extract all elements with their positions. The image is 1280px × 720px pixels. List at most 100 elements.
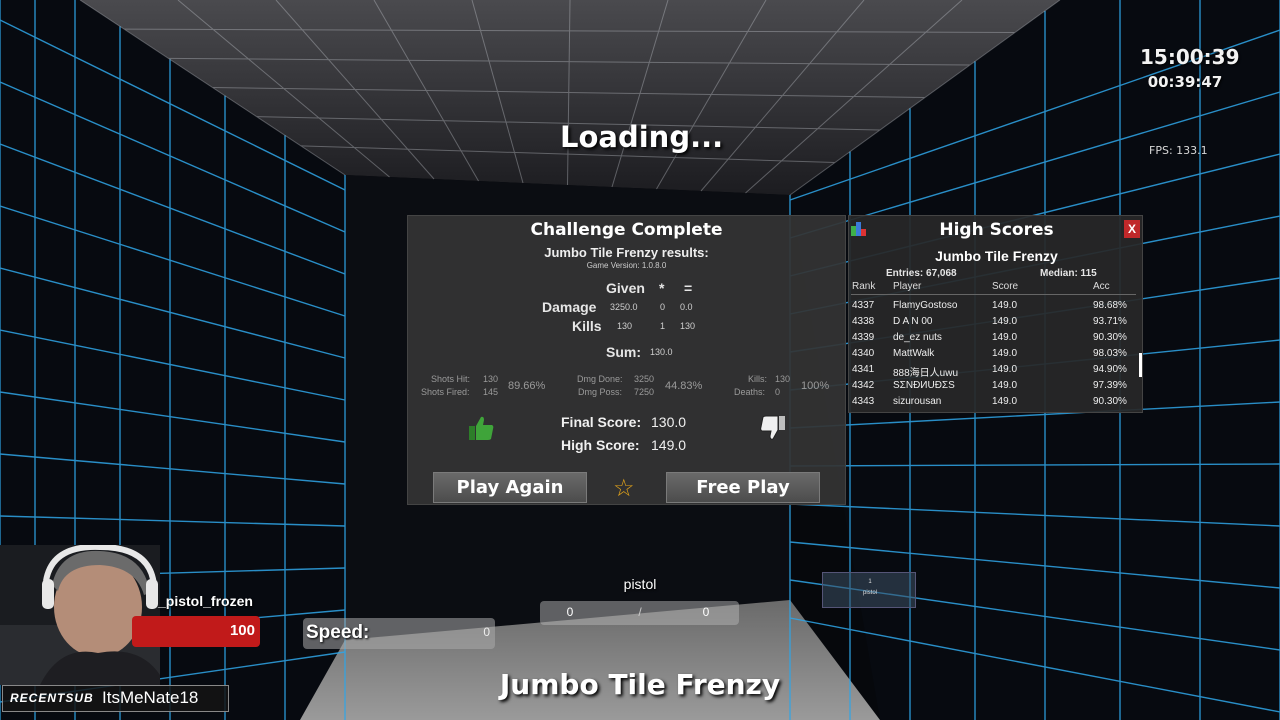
weapon-slot-number: 1 bbox=[868, 579, 872, 585]
kills-stat-value: 130 bbox=[775, 374, 791, 384]
cell-score: 149.0 bbox=[992, 380, 1018, 391]
col-rank-header: Rank bbox=[852, 281, 876, 292]
damage-efficiency: 44.83% bbox=[665, 380, 703, 392]
play-again-button[interactable]: Play Again bbox=[433, 472, 587, 503]
col-mult-header: * bbox=[659, 280, 665, 296]
table-row[interactable]: 4339 de_ez nuts 149.0 90.30% bbox=[849, 332, 1139, 348]
cell-player: FlamyGostoso bbox=[893, 300, 958, 311]
cell-player: SΣNÐИUÐΣS bbox=[893, 380, 955, 391]
cell-score: 149.0 bbox=[992, 300, 1018, 311]
header-divider bbox=[851, 294, 1136, 295]
high-scores-title: High Scores bbox=[939, 220, 1054, 240]
dmg-done-label: Dmg Done: bbox=[577, 374, 623, 384]
high-score-label: High Score: bbox=[561, 437, 640, 453]
col-acc-header: Acc bbox=[1093, 281, 1110, 292]
table-row[interactable]: 4338 D A N 00 149.0 93.71% bbox=[849, 316, 1139, 332]
cell-score: 149.0 bbox=[992, 364, 1018, 375]
game-version: Game Version: 1.0.8.0 bbox=[586, 261, 667, 270]
fps-counter: FPS: 133.1 bbox=[1149, 144, 1208, 157]
final-score-value: 130.0 bbox=[651, 414, 687, 430]
cell-acc: 97.39% bbox=[1093, 380, 1127, 391]
weapon-slot: 1 pistol bbox=[822, 572, 916, 608]
cell-rank: 4341 bbox=[852, 364, 875, 375]
table-row[interactable]: 4341 888海日人uwu 149.0 94.90% bbox=[849, 364, 1139, 380]
cell-acc: 90.30% bbox=[1093, 332, 1127, 343]
weapon-slot-name: pistol bbox=[862, 590, 877, 596]
col-score-header: Score bbox=[992, 281, 1019, 292]
cell-acc: 90.30% bbox=[1093, 396, 1127, 407]
entries-count: Entries: 67,068 bbox=[886, 268, 957, 279]
shot-accuracy: 89.66% bbox=[508, 380, 546, 392]
cell-rank: 4340 bbox=[852, 348, 875, 359]
challenge-complete-panel: Challenge Complete Jumbo Tile Frenzy res… bbox=[407, 215, 846, 505]
table-row[interactable]: 4342 SΣNÐИUÐΣS 149.0 97.39% bbox=[849, 380, 1139, 396]
table-row[interactable]: 4337 FlamyGostoso 149.0 98.68% bbox=[849, 300, 1139, 316]
cell-player: D A N 00 bbox=[893, 316, 933, 327]
shots-fired-value: 145 bbox=[483, 387, 499, 397]
col-eq-header: = bbox=[684, 280, 693, 296]
shots-hit-value: 130 bbox=[483, 374, 499, 384]
ammo-current: 0 bbox=[566, 605, 574, 619]
weapon-name: pistol bbox=[623, 576, 657, 592]
cell-score: 149.0 bbox=[992, 316, 1018, 327]
final-score-label: Final Score: bbox=[561, 414, 642, 430]
shots-fired-label: Shots Fired: bbox=[421, 387, 470, 397]
player-name: _pistol_frozen bbox=[158, 593, 253, 609]
dmg-poss-label: Dmg Poss: bbox=[578, 387, 623, 397]
cell-score: 149.0 bbox=[992, 396, 1018, 407]
damage-label: Damage bbox=[542, 299, 597, 315]
sum-label: Sum: bbox=[606, 344, 641, 360]
sum-value: 130.0 bbox=[650, 347, 673, 357]
table-row[interactable]: 4340 MattWalk 149.0 98.03% bbox=[849, 348, 1139, 364]
deaths-label: Deaths: bbox=[734, 387, 766, 397]
free-play-button[interactable]: Free Play bbox=[666, 472, 820, 503]
cell-rank: 4343 bbox=[852, 396, 875, 407]
results-title: Jumbo Tile Frenzy results: bbox=[544, 245, 709, 260]
cell-player: 888海日人uwu bbox=[893, 368, 959, 379]
recent-sub-user: ItsMeNate18 bbox=[102, 688, 199, 707]
close-button[interactable]: X bbox=[1124, 220, 1140, 238]
cell-score: 149.0 bbox=[992, 348, 1018, 359]
scrollbar-thumb[interactable] bbox=[1139, 353, 1142, 377]
speed-label: Speed: bbox=[306, 622, 370, 643]
kill-ratio: 100% bbox=[801, 380, 830, 392]
loading-text: Loading... bbox=[560, 120, 724, 154]
kills-result: 130 bbox=[680, 321, 696, 331]
cell-rank: 4337 bbox=[852, 300, 875, 311]
ammo-reserve: 0 bbox=[702, 605, 710, 619]
cell-acc: 94.90% bbox=[1093, 364, 1127, 375]
cell-rank: 4342 bbox=[852, 380, 875, 391]
thumbs-down-icon[interactable] bbox=[758, 413, 788, 443]
kills-label: Kills bbox=[572, 318, 602, 334]
speed-value: 0 bbox=[483, 625, 490, 639]
col-player-header: Player bbox=[893, 281, 922, 292]
high-scores-panel: High Scores X Jumbo Tile Frenzy Entries:… bbox=[848, 215, 1143, 413]
dmg-done-value: 3250 bbox=[634, 374, 655, 384]
cell-rank: 4339 bbox=[852, 332, 875, 343]
kills-mult: 1 bbox=[660, 321, 666, 331]
cell-acc: 98.03% bbox=[1093, 348, 1127, 359]
favorite-star-icon[interactable]: ☆ bbox=[613, 474, 635, 503]
col-given-header: Given bbox=[606, 280, 645, 296]
health-value: 100 bbox=[229, 622, 255, 639]
clock-time: 15:00:39 bbox=[1140, 45, 1240, 69]
scenario-title: Jumbo Tile Frenzy bbox=[499, 668, 781, 701]
panel-title: Challenge Complete bbox=[530, 220, 723, 240]
cell-score: 149.0 bbox=[992, 332, 1018, 343]
dmg-poss-value: 7250 bbox=[634, 387, 655, 397]
ammo-separator: / bbox=[638, 605, 642, 619]
high-score-value: 149.0 bbox=[651, 437, 687, 453]
table-row[interactable]: 4343 sizurousan 149.0 90.30% bbox=[849, 396, 1139, 412]
elapsed-timer: 00:39:47 bbox=[1147, 73, 1223, 91]
kills-given: 130 bbox=[617, 321, 633, 331]
cell-player: de_ez nuts bbox=[893, 332, 942, 343]
deaths-value: 0 bbox=[775, 387, 781, 397]
kills-stat-label: Kills: bbox=[748, 374, 768, 384]
leaderboard-name: Jumbo Tile Frenzy bbox=[935, 248, 1058, 264]
thumbs-up-icon[interactable] bbox=[466, 413, 496, 443]
damage-mult: 0 bbox=[660, 302, 666, 312]
recent-sub-tag: RECENTSUB bbox=[10, 691, 94, 705]
damage-result: 0.0 bbox=[680, 302, 693, 312]
median-score: Median: 115 bbox=[1040, 268, 1097, 279]
cell-acc: 93.71% bbox=[1093, 316, 1127, 327]
